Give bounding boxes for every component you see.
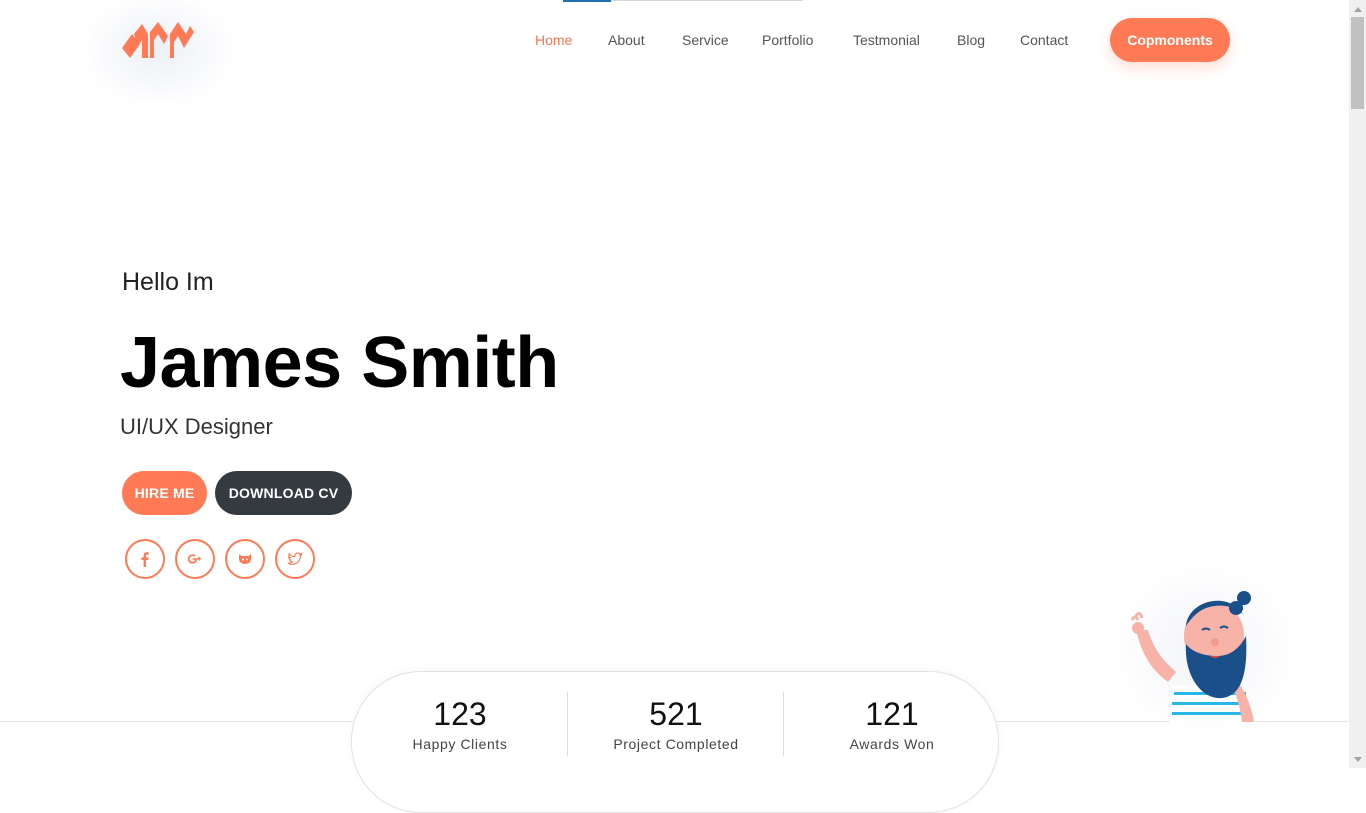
nav-testmonial[interactable]: Testmonial [853, 32, 920, 48]
twitter-icon [287, 552, 303, 565]
hero-role: UI/UX Designer [120, 414, 273, 439]
facebook-link[interactable] [125, 539, 165, 579]
github-icon [239, 554, 251, 564]
hire-me-button[interactable]: HIRE ME [122, 471, 207, 515]
stat-value: 123 [433, 696, 487, 732]
nav-about[interactable]: About [608, 32, 645, 48]
nav-portfolio[interactable]: Portfolio [762, 32, 813, 48]
twitter-link[interactable] [275, 539, 315, 579]
hero-name: James Smith [120, 323, 559, 403]
download-cv-button[interactable]: DOWNLOAD CV [215, 471, 352, 515]
google-plus-link[interactable] [175, 539, 215, 579]
stat-label: Project Completed [613, 736, 739, 752]
nav-service[interactable]: Service [682, 32, 729, 48]
nav-contact[interactable]: Contact [1020, 32, 1068, 48]
components-button[interactable]: Copmonents [1110, 18, 1230, 62]
page-scrollbar[interactable] [1349, 0, 1366, 768]
bearded-man-illustration [1130, 591, 1254, 722]
stat-awards-won: 121 Awards Won [784, 694, 1000, 752]
stat-label: Happy Clients [412, 736, 508, 752]
stat-value: 121 [865, 696, 919, 732]
google-plus-icon [187, 554, 201, 564]
stats-panel: 123 Happy Clients 521 Project Completed … [351, 671, 999, 813]
nav-home[interactable]: Home [535, 32, 572, 48]
stat-value: 521 [649, 696, 703, 732]
logo[interactable] [120, 20, 196, 62]
scroll-down-arrow-icon[interactable] [1349, 751, 1366, 768]
facebook-icon [141, 552, 149, 567]
nav-blog[interactable]: Blog [957, 32, 985, 48]
stat-happy-clients: 123 Happy Clients [352, 694, 568, 752]
top-accent-segment [563, 0, 611, 2]
scroll-thumb[interactable] [1351, 17, 1364, 109]
hero-greeting: Hello Im [122, 268, 214, 296]
top-accent-line [563, 0, 803, 2]
scroll-up-arrow-icon[interactable] [1349, 0, 1366, 17]
stat-projects-completed: 521 Project Completed [568, 694, 784, 752]
github-link[interactable] [225, 539, 265, 579]
stat-label: Awards Won [849, 736, 935, 752]
